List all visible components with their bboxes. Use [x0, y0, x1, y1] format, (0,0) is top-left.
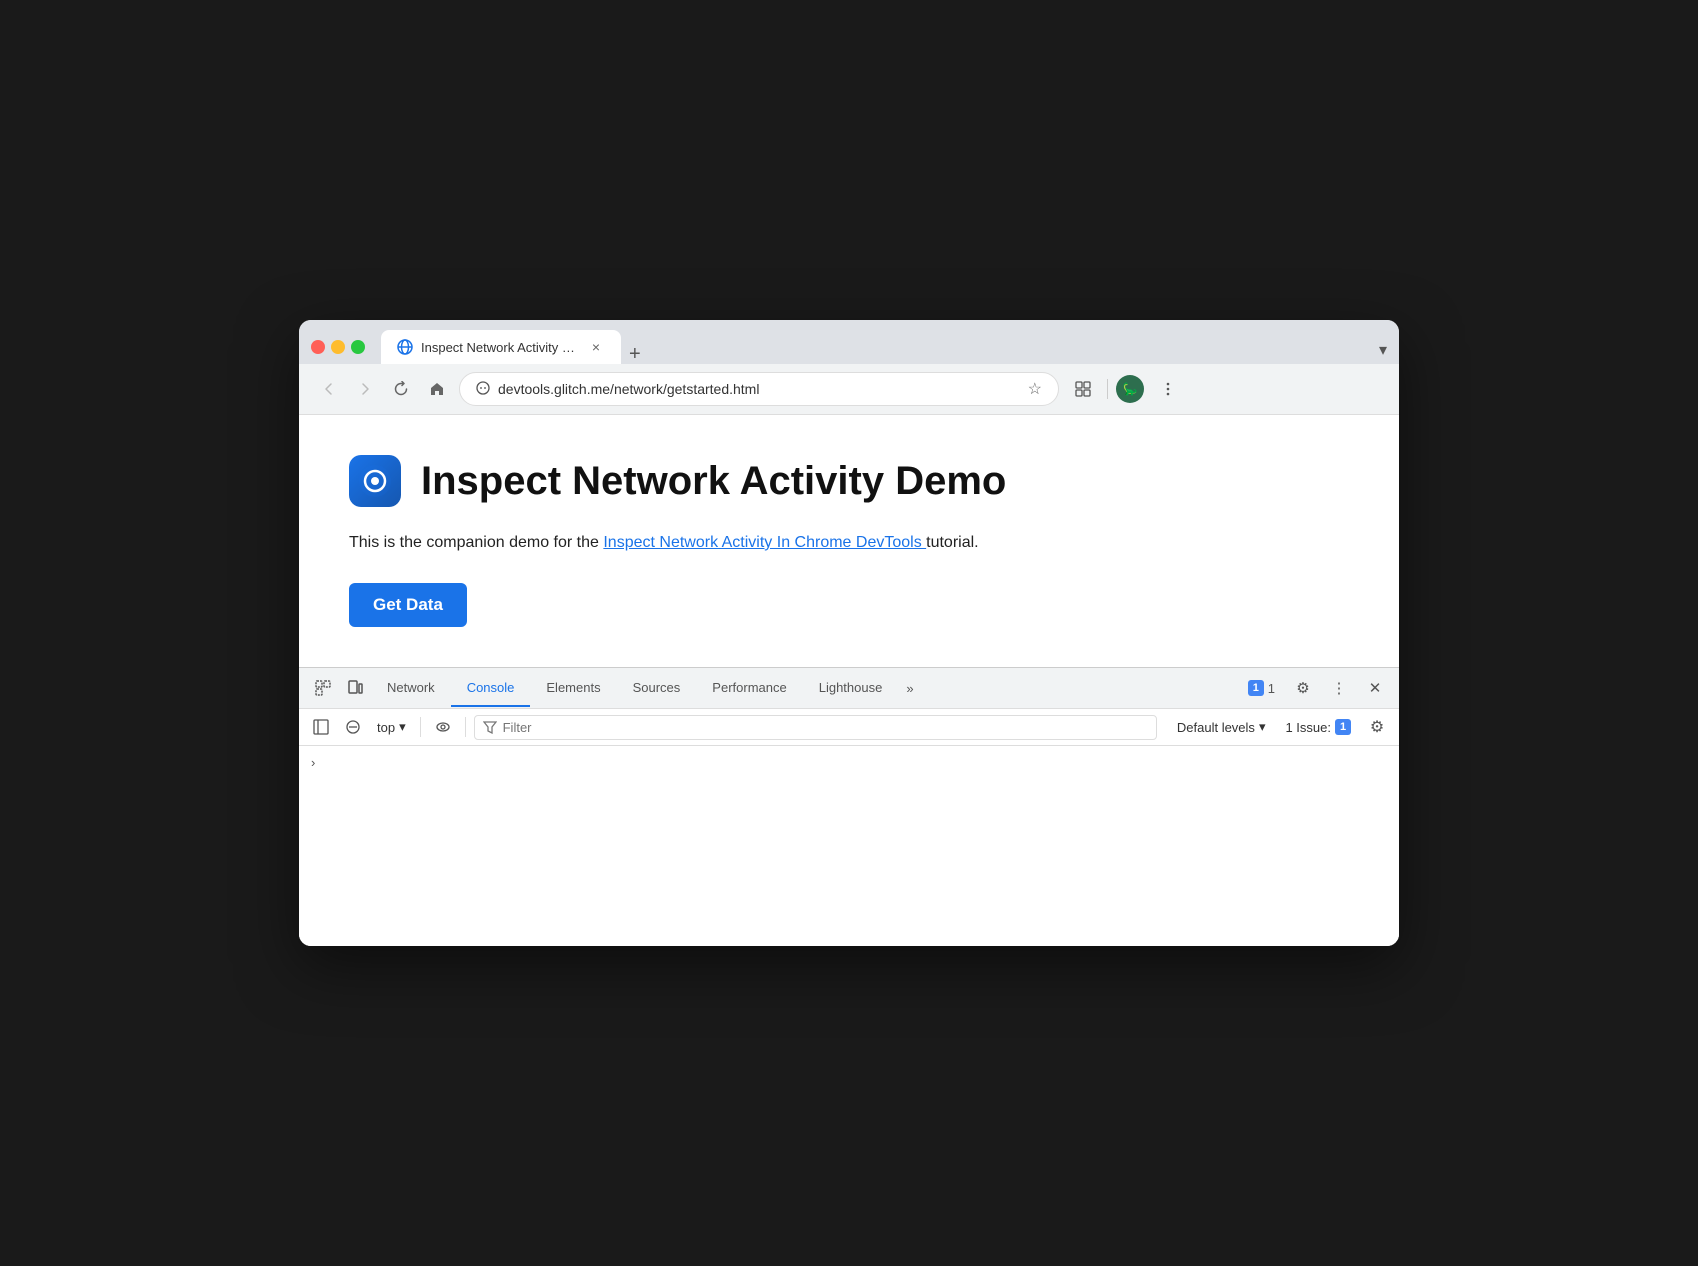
toolbar-divider	[1107, 379, 1108, 399]
chrome-menu-button[interactable]	[1152, 373, 1184, 405]
devtools-close-button[interactable]: ✕	[1359, 668, 1391, 708]
issues-button[interactable]: 1 1	[1240, 676, 1283, 700]
profile-avatar[interactable]: 🦕	[1116, 375, 1144, 403]
get-data-button[interactable]: Get Data	[349, 583, 467, 627]
extensions-button[interactable]	[1067, 373, 1099, 405]
url-text: devtools.glitch.me/network/getstarted.ht…	[498, 381, 1020, 397]
bookmark-icon[interactable]: ☆	[1028, 379, 1042, 399]
tab-network[interactable]: Network	[371, 670, 451, 707]
tutorial-link[interactable]: Inspect Network Activity In Chrome DevTo…	[603, 534, 926, 551]
back-button[interactable]	[315, 375, 343, 403]
address-bar-right: 🦕	[1067, 373, 1184, 405]
issue-label: 1 Issue:	[1285, 720, 1331, 735]
tab-bar-right: ▾	[1379, 340, 1387, 364]
filter-icon	[483, 720, 497, 734]
context-selector[interactable]: top ▾	[371, 715, 412, 739]
page-description: This is the companion demo for the Inspe…	[349, 531, 1349, 555]
devtools-toolbar-right: 1 1 ⚙ ⋮ ✕	[1240, 668, 1391, 708]
console-toolbar-right: Default levels ▾ 1 Issue: 1 ⚙	[1169, 713, 1391, 741]
console-expander[interactable]: ›	[307, 753, 319, 772]
levels-arrow-icon: ▾	[1259, 719, 1266, 735]
inspect-element-button[interactable]	[307, 668, 339, 708]
console-toolbar-divider	[420, 717, 421, 737]
context-label: top	[377, 720, 395, 735]
forward-button[interactable]	[351, 375, 379, 403]
active-tab[interactable]: Inspect Network Activity Dem ×	[381, 330, 621, 364]
tab-close-button[interactable]: ×	[587, 338, 605, 356]
devtools-toolbar: Network Console Elements Sources Perform…	[299, 668, 1399, 709]
page-header: Inspect Network Activity Demo	[349, 455, 1349, 507]
chrome-devtools-logo	[349, 455, 401, 507]
devtools-more-button[interactable]: ⋮	[1323, 668, 1355, 708]
console-issue-count[interactable]: 1 Issue: 1	[1277, 715, 1359, 739]
tab-elements[interactable]: Elements	[530, 670, 616, 707]
new-tab-button[interactable]: +	[621, 344, 649, 364]
default-levels-label: Default levels	[1177, 720, 1255, 735]
tab-lighthouse[interactable]: Lighthouse	[803, 670, 899, 707]
console-sidebar-button[interactable]	[307, 713, 335, 741]
console-toolbar: top ▾ Default levels ▾ 1 Issue:	[299, 709, 1399, 746]
console-clear-button[interactable]	[339, 713, 367, 741]
console-content: ›	[299, 746, 1399, 946]
close-window-button[interactable]	[311, 340, 325, 354]
home-button[interactable]	[423, 375, 451, 403]
console-eye-button[interactable]	[429, 713, 457, 741]
filter-input[interactable]	[503, 720, 1148, 735]
address-bar: devtools.glitch.me/network/getstarted.ht…	[299, 364, 1399, 415]
devtools-settings-button[interactable]: ⚙	[1287, 668, 1319, 708]
console-settings-button[interactable]: ⚙	[1363, 713, 1391, 741]
tab-sources[interactable]: Sources	[617, 670, 697, 707]
devtools-panel: Network Console Elements Sources Perform…	[299, 667, 1399, 946]
issues-badge-icon: 1	[1248, 680, 1264, 696]
browser-window: Inspect Network Activity Dem × + ▾ devto	[299, 320, 1399, 946]
security-icon	[476, 381, 490, 398]
tab-console[interactable]: Console	[451, 670, 531, 707]
traffic-lights	[311, 340, 365, 354]
title-bar: Inspect Network Activity Dem × + ▾	[299, 320, 1399, 364]
description-post: tutorial.	[926, 534, 978, 551]
console-filter-divider	[465, 717, 466, 737]
tab-performance[interactable]: Performance	[696, 670, 802, 707]
page-content: Inspect Network Activity Demo This is th…	[299, 415, 1399, 667]
tab-bar: Inspect Network Activity Dem × + ▾	[381, 330, 1387, 364]
default-levels-selector[interactable]: Default levels ▾	[1169, 715, 1274, 739]
page-title: Inspect Network Activity Demo	[421, 459, 1006, 504]
reload-button[interactable]	[387, 375, 415, 403]
url-bar[interactable]: devtools.glitch.me/network/getstarted.ht…	[459, 372, 1059, 406]
description-pre: This is the companion demo for the	[349, 534, 603, 551]
tab-favicon	[397, 339, 413, 355]
device-toolbar-button[interactable]	[339, 668, 371, 708]
more-tabs-button[interactable]: »	[898, 671, 921, 706]
maximize-window-button[interactable]	[351, 340, 365, 354]
devtools-tabs: Network Console Elements Sources Perform…	[371, 670, 1240, 707]
minimize-window-button[interactable]	[331, 340, 345, 354]
tab-dropdown-button[interactable]: ▾	[1379, 340, 1387, 360]
context-arrow-icon: ▾	[399, 719, 406, 735]
console-issue-badge: 1	[1335, 719, 1351, 735]
filter-bar[interactable]	[474, 715, 1157, 740]
tab-title: Inspect Network Activity Dem	[421, 340, 579, 355]
